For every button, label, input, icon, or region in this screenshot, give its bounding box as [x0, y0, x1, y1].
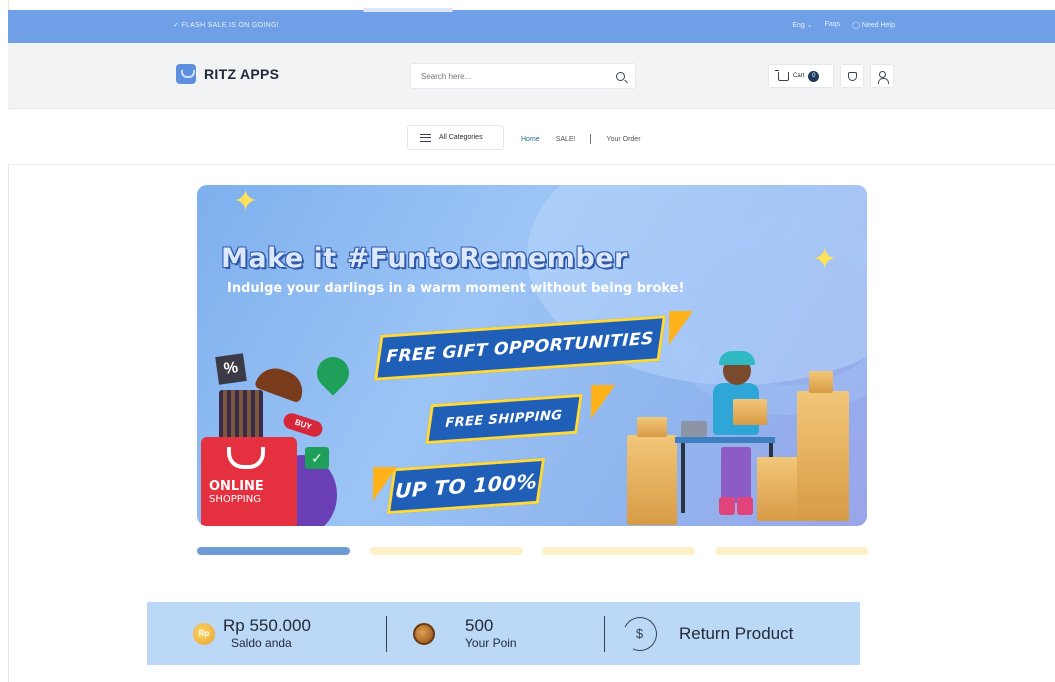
- shoe: [719, 497, 735, 515]
- ribbon-up-to: UP TO 100%: [386, 457, 546, 515]
- language-selector[interactable]: Eng ⌄: [792, 21, 812, 29]
- search-icon[interactable]: [616, 72, 625, 81]
- desk-leg: [681, 443, 685, 513]
- account-button[interactable]: [870, 64, 894, 88]
- all-categories-button[interactable]: All Categories: [407, 125, 504, 150]
- nav-sale[interactable]: SALE!: [556, 136, 576, 143]
- cart-label: Cart: [793, 73, 805, 79]
- location-pin-icon: [310, 350, 356, 396]
- balance-text: Rp 550.000 Saldo anda: [223, 615, 311, 651]
- balance-label: Saldo anda: [231, 635, 292, 650]
- carousel-indicator-2[interactable]: [370, 547, 523, 555]
- ribbon-up-to-text: UP TO 100%: [394, 469, 538, 503]
- wishlist-button[interactable]: [840, 64, 864, 88]
- cart-icon: [775, 69, 789, 81]
- brand-logo[interactable]: RITZ APPS: [176, 64, 279, 84]
- rupiah-coin-icon: Rp: [193, 622, 215, 645]
- brand-name: RITZ APPS: [204, 66, 280, 82]
- bag-text: ONLINE SHOPPING: [209, 479, 264, 506]
- all-categories-label: All Categories: [439, 134, 483, 141]
- nav-your-order[interactable]: Your Order: [607, 136, 641, 143]
- person-legs: [721, 447, 751, 503]
- laptop-illustration: [681, 421, 707, 437]
- nav-divider: [589, 134, 591, 144]
- info-divider: [386, 616, 387, 652]
- box-stack: [797, 391, 849, 521]
- bag-text-line1: ONLINE: [209, 479, 264, 494]
- ribbon-free-shipping-text: FREE SHIPPING: [445, 407, 563, 431]
- account-summary-bar: Rp Rp 550.000 Saldo anda 500 Your Poin $…: [147, 602, 860, 665]
- sparkle-icon: ✦: [812, 243, 838, 276]
- search-input[interactable]: [411, 64, 601, 88]
- faqs-link[interactable]: Faqs: [825, 21, 841, 29]
- promo-banner[interactable]: ✦ ✦ Make it #FuntoRemember Indulge your …: [197, 185, 867, 526]
- topbar-links: Eng ⌄ Faqs ◯ Need Help: [792, 21, 895, 29]
- discount-tag: %: [215, 353, 247, 385]
- return-money-symbol: $: [636, 625, 644, 641]
- carousel-indicator-4[interactable]: [715, 547, 868, 555]
- banner-subline: Indulge your darlings in a warm moment w…: [227, 281, 685, 296]
- site-header: RITZ APPS Cart 0: [8, 43, 1055, 109]
- search-box: [410, 63, 636, 89]
- person-hat: [719, 351, 755, 365]
- banner-headline: Make it #FuntoRemember: [221, 243, 628, 274]
- box: [809, 371, 833, 393]
- shopping-bag-illustration: ONLINE SHOPPING: [201, 437, 297, 526]
- sparkle-icon: ✦: [233, 185, 259, 218]
- balance-amount: Rp 550.000: [223, 615, 311, 635]
- cart-button[interactable]: Cart 0: [768, 64, 834, 88]
- buy-tag: BUY: [281, 411, 325, 439]
- info-divider: [604, 616, 605, 652]
- cart-count-badge: 0: [808, 70, 820, 82]
- nav-links: Home SALE! Your Order: [521, 134, 641, 144]
- ribbon-free-gift: FREE GIFT OPPORTUNITIES: [373, 315, 667, 381]
- return-money-icon: $: [618, 611, 662, 656]
- ribbon-free-shipping: FREE SHIPPING: [425, 393, 583, 445]
- carousel-indicator-3[interactable]: [542, 547, 695, 555]
- menu-icon: [420, 133, 431, 142]
- balance-item[interactable]: Rp Rp 550.000 Saldo anda: [193, 602, 311, 665]
- flash-sale-text: ✓ FLASH SALE IS ON GOING!: [173, 22, 279, 29]
- points-label: Your Poin: [465, 635, 517, 650]
- shield-heart-icon: [848, 72, 857, 81]
- bag-text-line2: SHOPPING: [209, 494, 261, 505]
- need-help-link[interactable]: ◯ Need Help: [852, 21, 895, 29]
- held-box: [733, 399, 767, 425]
- box: [637, 417, 667, 437]
- return-product-item[interactable]: $ Return Product: [618, 602, 794, 665]
- carousel-indicator-1[interactable]: [197, 547, 350, 555]
- lightning-icon: [578, 385, 616, 419]
- check-icon: ✓: [305, 447, 329, 469]
- ribbon-free-gift-text: FREE GIFT OPPORTUNITIES: [385, 328, 655, 368]
- points-text: 500 Your Poin: [465, 615, 517, 651]
- nav-home[interactable]: Home: [521, 136, 540, 143]
- points-item[interactable]: 500 Your Poin: [413, 602, 517, 665]
- box-stack: [627, 435, 677, 525]
- desk: [675, 437, 775, 443]
- points-amount: 500: [465, 615, 494, 635]
- return-product-label: Return Product: [679, 623, 794, 643]
- promo-bar: ✓ FLASH SALE IS ON GOING! Eng ⌄ Faqs ◯ N…: [8, 8, 1055, 43]
- points-coin-icon: [413, 622, 435, 645]
- shoe: [737, 497, 753, 515]
- tab-notch: [363, 8, 453, 12]
- user-icon: [878, 71, 889, 84]
- shopping-bag-icon: [176, 64, 196, 84]
- main-nav: All Categories Home SALE! Your Order: [8, 110, 1055, 165]
